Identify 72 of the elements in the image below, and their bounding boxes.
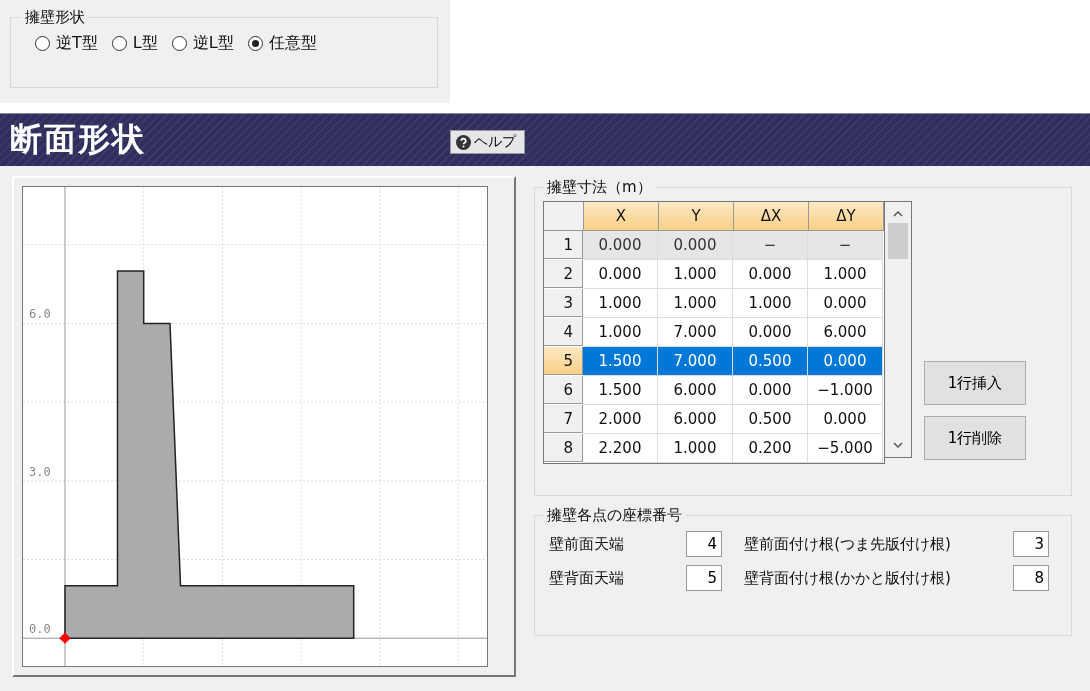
- column-header: ΔX: [734, 202, 809, 231]
- field-label: 壁背面天端: [549, 568, 624, 588]
- table-cell: 0.500: [733, 347, 808, 376]
- group-title: 擁壁寸法（m）: [546, 178, 653, 197]
- field-label: 壁前面付け根(つま先版付け根): [744, 534, 951, 554]
- table-cell: 1.000: [583, 289, 658, 318]
- table-cell: 2.000: [583, 405, 658, 434]
- table-cell: 0.000: [808, 405, 883, 434]
- row-header[interactable]: 3: [544, 289, 583, 317]
- table-cell: 6.000: [658, 376, 733, 405]
- column-header: X: [584, 202, 659, 231]
- table-cell: 2.200: [583, 434, 658, 463]
- field-label: 壁前面天端: [549, 534, 624, 554]
- scroll-down-icon[interactable]: [893, 442, 903, 449]
- input-field[interactable]: 3: [1013, 531, 1049, 557]
- row-header[interactable]: 6: [544, 376, 583, 404]
- table-cell: 1.000: [733, 289, 808, 318]
- input-field[interactable]: 8: [1013, 565, 1049, 591]
- table-cell: 7.000: [658, 318, 733, 347]
- radio-option[interactable]: 任意型: [247, 33, 317, 54]
- table-cell: 0.000: [808, 347, 883, 376]
- row-action-button[interactable]: 1行挿入: [924, 361, 1026, 405]
- y-axis-label: 3.0: [29, 464, 51, 479]
- row-header[interactable]: 4: [544, 318, 583, 346]
- section-title: 断面形状: [10, 119, 147, 160]
- input-field[interactable]: 5: [686, 565, 723, 591]
- table-cell: 0.200: [733, 434, 808, 463]
- vertical-scrollbar[interactable]: [885, 201, 912, 458]
- column-header: Y: [659, 202, 734, 231]
- scrollbar-thumb[interactable]: [888, 223, 908, 259]
- scroll-up-icon[interactable]: [893, 210, 903, 217]
- table-cell: 0.000: [658, 231, 733, 260]
- table-cell: 1.000: [658, 434, 733, 463]
- table-cell: 1.000: [658, 260, 733, 289]
- group-title: 擁壁形状: [24, 8, 86, 27]
- table-cell: 1.500: [583, 347, 658, 376]
- table-cell: 0.000: [583, 231, 658, 260]
- y-axis-label: 0.0: [29, 622, 51, 637]
- table-cell: 0.000: [733, 376, 808, 405]
- row-header[interactable]: 8: [544, 434, 583, 462]
- table-cell: 0.500: [733, 405, 808, 434]
- group-title: 擁壁各点の座標番号: [546, 506, 683, 525]
- input-field[interactable]: 4: [686, 531, 723, 557]
- table-cell: −: [733, 231, 808, 260]
- table-cell: 1.000: [583, 318, 658, 347]
- table-cell: 6.000: [658, 405, 733, 434]
- origin-marker: [59, 632, 71, 644]
- table-cell: 1.000: [808, 260, 883, 289]
- radio-option[interactable]: L型: [111, 33, 158, 54]
- table-cell: 7.000: [658, 347, 733, 376]
- table-cell: 1.500: [583, 376, 658, 405]
- table-cell: 0.000: [733, 318, 808, 347]
- help-icon: [456, 134, 471, 150]
- table-cell: −: [808, 231, 883, 260]
- table-cell: 0.000: [808, 289, 883, 318]
- table-cell: −1.000: [808, 376, 883, 405]
- table-cell: −5.000: [808, 434, 883, 463]
- row-header[interactable]: 5: [544, 347, 583, 375]
- radio-option[interactable]: 逆L型: [171, 33, 234, 54]
- table-cell: 0.000: [583, 260, 658, 289]
- table-cell: 0.000: [733, 260, 808, 289]
- y-axis-label: 6.0: [29, 307, 51, 322]
- column-header: ΔY: [809, 202, 884, 231]
- radio-option[interactable]: 逆T型: [35, 33, 98, 54]
- table-corner: [544, 202, 584, 231]
- field-label: 壁背面付け根(かかと版付け根): [744, 568, 951, 588]
- table-cell: 6.000: [808, 318, 883, 347]
- row-action-button[interactable]: 1行削除: [924, 416, 1026, 460]
- help-button[interactable]: ヘルプ: [450, 130, 525, 154]
- row-header[interactable]: 2: [544, 260, 583, 288]
- row-header[interactable]: 7: [544, 405, 583, 433]
- table-cell: 1.000: [658, 289, 733, 318]
